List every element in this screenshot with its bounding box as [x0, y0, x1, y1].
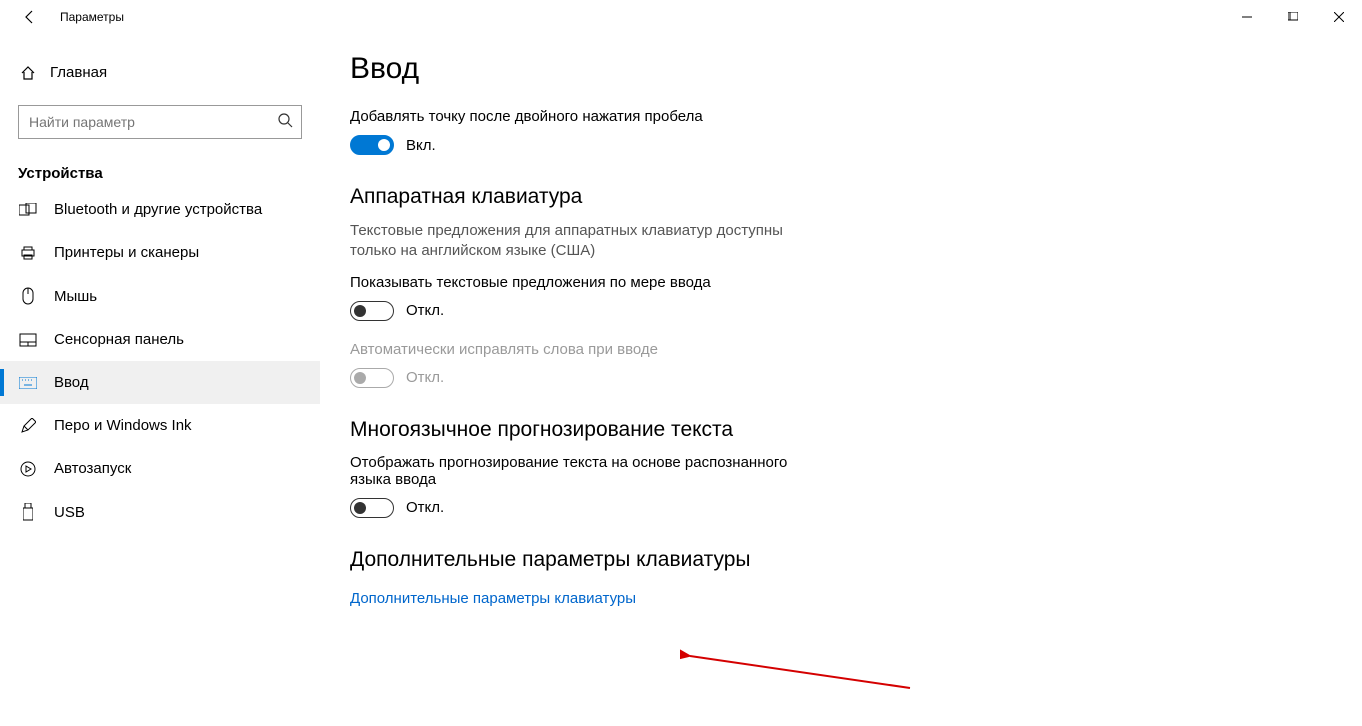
option-label: Отображать прогнозирование текста на осн… — [350, 454, 810, 488]
sidebar-item-label: USB — [54, 504, 85, 521]
option-label: Добавлять точку после двойного нажатия п… — [350, 108, 810, 125]
sidebar-item-usb[interactable]: USB — [0, 490, 320, 534]
sidebar-item-mouse[interactable]: Мышь — [0, 274, 320, 318]
sidebar-group-label: Устройства — [18, 165, 302, 182]
autoplay-icon — [18, 461, 38, 477]
section-heading: Аппаратная клавиатура — [350, 185, 1332, 209]
pen-icon — [18, 418, 38, 434]
option-label: Автоматически исправлять слова при вводе — [350, 341, 810, 358]
sidebar-item-label: Принтеры и сканеры — [54, 244, 199, 261]
toggle-state-text: Откл. — [406, 302, 444, 319]
toggle-text-suggestions[interactable] — [350, 301, 394, 321]
sidebar-item-touchpad[interactable]: Сенсорная панель — [0, 318, 320, 361]
sidebar-item-pen[interactable]: Перо и Windows Ink — [0, 404, 320, 447]
toggle-state-text: Вкл. — [406, 137, 436, 154]
close-button[interactable] — [1316, 1, 1362, 33]
home-icon — [18, 65, 38, 81]
section-heading: Многоязычное прогнозирование текста — [350, 418, 1332, 442]
toggle-multilingual-prediction[interactable] — [350, 498, 394, 518]
sidebar-item-label: Мышь — [54, 288, 97, 305]
page-title: Ввод — [350, 52, 1332, 86]
back-button[interactable] — [18, 5, 42, 29]
sidebar-item-label: Автозапуск — [54, 460, 131, 477]
sidebar-item-label: Bluetooth и другие устройства — [54, 201, 262, 218]
sidebar-item-label: Перо и Windows Ink — [54, 417, 192, 434]
mouse-icon — [18, 287, 38, 305]
toggle-state-text: Откл. — [406, 499, 444, 516]
devices-icon — [18, 203, 38, 217]
toggle-state-text: Откл. — [406, 369, 444, 386]
sidebar-item-bluetooth[interactable]: Bluetooth и другие устройства — [0, 188, 320, 231]
content-area: Ввод Добавлять точку после двойного нажа… — [320, 34, 1362, 726]
sidebar-item-label: Сенсорная панель — [54, 331, 184, 348]
sidebar-item-label: Ввод — [54, 374, 89, 391]
maximize-button[interactable] — [1270, 1, 1316, 33]
minimize-button[interactable] — [1224, 1, 1270, 33]
sidebar-home[interactable]: Главная — [0, 54, 320, 91]
section-heading: Дополнительные параметры клавиатуры — [350, 548, 1332, 572]
search-input-container[interactable] — [18, 105, 302, 139]
sidebar-home-label: Главная — [50, 64, 107, 81]
printer-icon — [18, 245, 38, 261]
search-input[interactable] — [29, 114, 277, 130]
sidebar-item-typing[interactable]: Ввод — [0, 361, 320, 404]
search-icon — [277, 112, 293, 133]
toggle-autocorrect — [350, 368, 394, 388]
sidebar: Главная Устройства Bluetooth и другие ус… — [0, 34, 320, 726]
usb-icon — [18, 503, 38, 521]
option-label: Показывать текстовые предложения по мере… — [350, 274, 810, 291]
section-description: Текстовые предложения для аппаратных кла… — [350, 221, 800, 262]
sidebar-item-autoplay[interactable]: Автозапуск — [0, 447, 320, 490]
keyboard-icon — [18, 377, 38, 389]
advanced-keyboard-settings-link[interactable]: Дополнительные параметры клавиатуры — [350, 590, 636, 607]
window-title: Параметры — [60, 10, 124, 24]
touchpad-icon — [18, 333, 38, 347]
toggle-double-space-period[interactable] — [350, 135, 394, 155]
sidebar-item-printers[interactable]: Принтеры и сканеры — [0, 231, 320, 274]
